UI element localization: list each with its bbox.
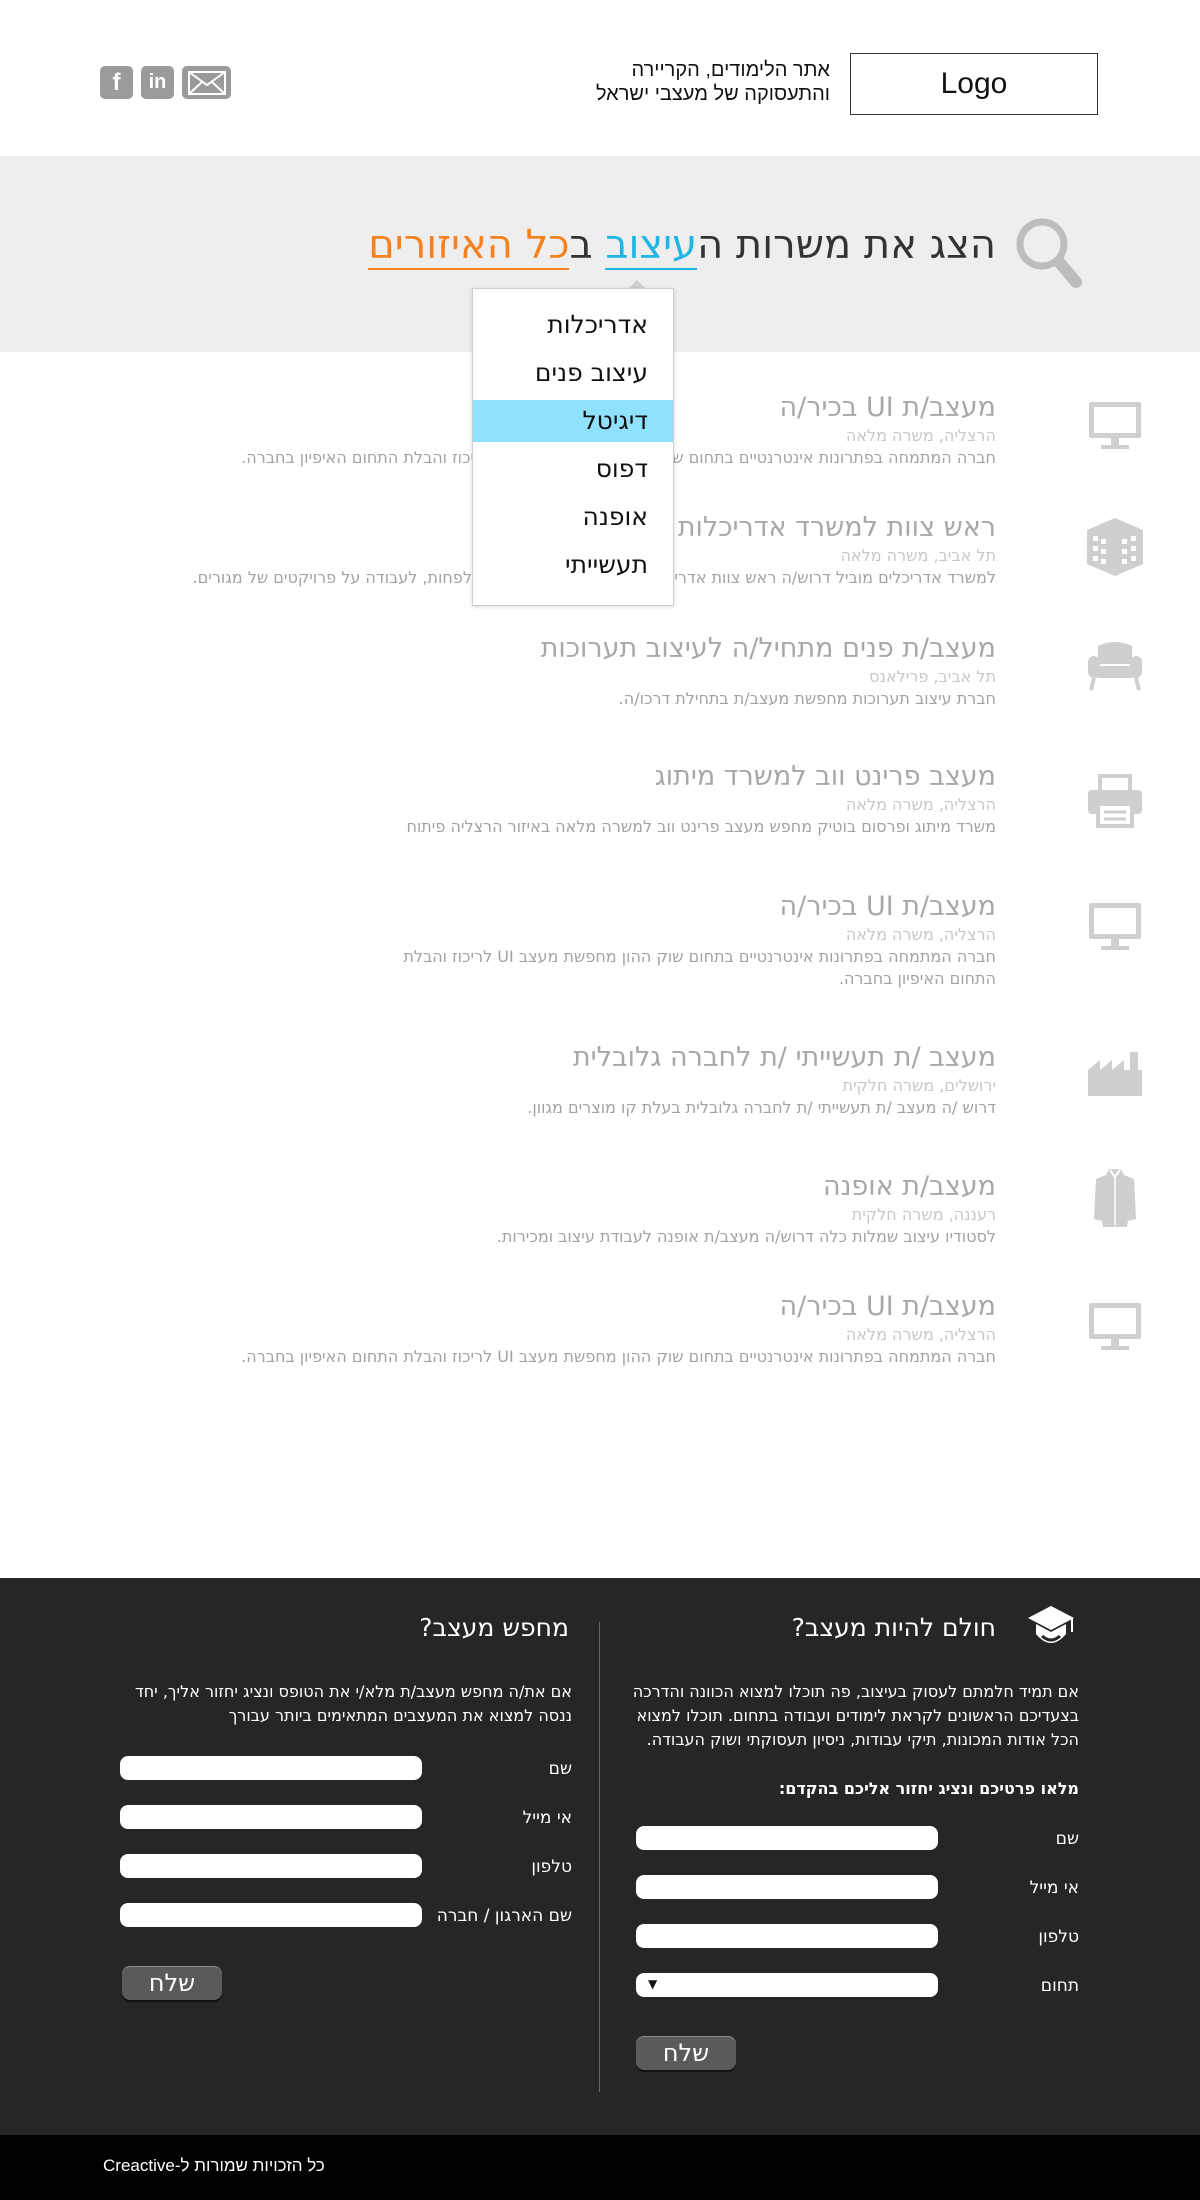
- monitor-icon: [1082, 893, 1148, 959]
- job-listing[interactable]: מעצב/ת UI בכיר/ה הרצליה, משרה מלאה חברה …: [96, 890, 996, 990]
- shirt-icon: [1082, 1165, 1148, 1231]
- graduation-cap-icon: [1026, 1604, 1076, 1654]
- job-description: דרוש /ה מעצב /ת תעשייתי /ת לחברה גלובלית…: [527, 1098, 996, 1117]
- dropdown-item-architecture[interactable]: אדריכלות: [473, 304, 673, 346]
- dropdown-item-digital[interactable]: דיגיטל: [473, 400, 673, 442]
- company-label: שם הארגון / חברה: [436, 1906, 572, 1926]
- dream-form-prompt: מלאו פרטיכם ונציג יחזור אליכם בהקדם:: [778, 1779, 1079, 1798]
- dream-email-input[interactable]: [636, 1875, 938, 1899]
- job-title[interactable]: מעצב/ת פנים מתחיל/ה לעיצוב תערוכות: [96, 632, 996, 666]
- monitor-icon: [1082, 1293, 1148, 1359]
- name-label: שם: [1055, 1829, 1079, 1849]
- dropdown-item-interior[interactable]: עיצוב פנים: [473, 352, 673, 394]
- logo-text: Logo: [940, 67, 1008, 100]
- search-company-input[interactable]: [120, 1903, 422, 1927]
- tagline-line-1: אתר הלימודים, הקריירה: [631, 59, 831, 81]
- phone-label: טלפון: [531, 1857, 572, 1877]
- job-meta: תל אביב, פרילאנס: [869, 667, 996, 686]
- copyright-text: כל הזכויות שמורות ל-Creactive: [103, 2156, 325, 2175]
- job-meta: ירושלים, משרה חלקית: [842, 1076, 996, 1095]
- building-icon: [1082, 514, 1148, 580]
- job-description: חברה המתמחה בפתרונות אינטרנטיים בתחום שו…: [403, 947, 996, 988]
- job-listing[interactable]: מעצב /ת תעשייתי /ת לחברה גלובלית ירושלים…: [96, 1041, 996, 1119]
- logo[interactable]: Logo: [850, 53, 1098, 115]
- job-title[interactable]: מעצב/ת UI בכיר/ה: [96, 1290, 996, 1324]
- dropdown-item-fashion[interactable]: אופנה: [473, 496, 673, 538]
- job-description: חברה המתמחה בפתרונות אינטרנטיים בתחום שו…: [241, 1347, 996, 1366]
- facebook-glyph: f: [112, 68, 121, 96]
- job-listing[interactable]: מעצב/ת פנים מתחיל/ה לעיצוב תערוכות תל אב…: [96, 632, 996, 710]
- job-listing[interactable]: מעצב/ת אופנה רעננה, משרה חלקית לסטודיו ע…: [96, 1170, 996, 1248]
- footer-divider: [599, 1622, 600, 2092]
- job-title[interactable]: מעצב/ת UI בכיר/ה: [96, 890, 996, 924]
- dream-submit-button[interactable]: שלח: [636, 2036, 736, 2070]
- search-text: אם את/ה מחפש מעצב/ת מלא/י את הטופס ונציג…: [134, 1682, 572, 1725]
- dream-title: חולם להיות מעצב?: [791, 1613, 996, 1642]
- job-description: לסטודיו עיצוב שמלות כלה דרוש/ה מעצב/ת או…: [496, 1227, 996, 1246]
- job-meta: הרצליה, משרה מלאה: [845, 925, 996, 944]
- email-label: אי מייל: [522, 1808, 572, 1828]
- hero-title-part2: ב: [569, 222, 606, 268]
- search-title: מחפש מעצב?: [419, 1613, 569, 1642]
- dream-phone-input[interactable]: [636, 1924, 938, 1948]
- job-title[interactable]: מעצב פרינט ווב למשרד מיתוג: [96, 760, 996, 794]
- job-title[interactable]: מעצב/ת אופנה: [96, 1170, 996, 1204]
- job-listing[interactable]: מעצב פרינט ווב למשרד מיתוג הרצליה, משרה …: [96, 760, 996, 838]
- search-icon: [1014, 216, 1084, 291]
- dropdown-item-print[interactable]: דפוס: [473, 448, 673, 490]
- factory-icon: [1082, 1040, 1148, 1106]
- facebook-icon[interactable]: f: [100, 66, 133, 99]
- phone-label: טלפון: [1038, 1927, 1079, 1947]
- job-meta: רעננה, משרה חלקית: [851, 1205, 996, 1224]
- email-label: אי מייל: [1029, 1878, 1079, 1898]
- field-label: תחום: [1040, 1976, 1079, 1996]
- dropdown-item-industrial[interactable]: תעשייתי: [473, 544, 673, 586]
- job-description: חברת עיצוב תערוכות מחפשת מעצב/ת בתחילת ד…: [618, 689, 996, 708]
- job-listing[interactable]: מעצב/ת UI בכיר/ה הרצליה, משרה מלאה חברה …: [96, 1290, 996, 1368]
- dream-text: אם תמיד חלמתם לעסוק בעיצוב, פה תוכלו למצ…: [632, 1682, 1079, 1749]
- job-title[interactable]: מעצב /ת תעשייתי /ת לחברה גלובלית: [96, 1041, 996, 1075]
- job-meta: הרצליה, משרה מלאה: [845, 795, 996, 814]
- hero-title-part1: הצג את משרות ה: [697, 222, 996, 268]
- envelope-icon: [187, 70, 226, 95]
- hero-title: הצג את משרות העיצוב בכל האיזורים: [368, 222, 996, 270]
- mail-icon[interactable]: [182, 66, 231, 99]
- category-dropdown[interactable]: אדריכלות עיצוב פנים דיגיטל דפוס אופנה תע…: [472, 288, 674, 606]
- search-name-input[interactable]: [120, 1756, 422, 1780]
- armchair-icon: [1082, 633, 1148, 699]
- dream-field-select[interactable]: ▼: [636, 1973, 938, 1997]
- site-tagline: אתר הלימודים, הקריירה והתעסוקה של מעצבי …: [530, 58, 830, 106]
- linkedin-icon[interactable]: in: [141, 66, 174, 99]
- select-arrow-icon: ▼: [648, 1977, 658, 1991]
- search-email-input[interactable]: [120, 1805, 422, 1829]
- printer-icon: [1082, 768, 1148, 834]
- name-label: שם: [548, 1759, 572, 1779]
- job-meta: הרצליה, משרה מלאה: [845, 1325, 996, 1344]
- search-phone-input[interactable]: [120, 1854, 422, 1878]
- region-selector[interactable]: כל האיזורים: [368, 222, 570, 270]
- monitor-icon: [1082, 392, 1148, 458]
- tagline-line-2: והתעסוקה של מעצבי ישראל: [595, 83, 830, 105]
- category-selector[interactable]: עיצוב: [605, 222, 698, 270]
- job-description: משרד מיתוג ופרסום בוטיק מחפש מעצב פרינט …: [406, 817, 996, 836]
- linkedin-glyph: in: [148, 71, 167, 93]
- search-submit-button[interactable]: שלח: [122, 1966, 222, 2000]
- dream-name-input[interactable]: [636, 1826, 938, 1850]
